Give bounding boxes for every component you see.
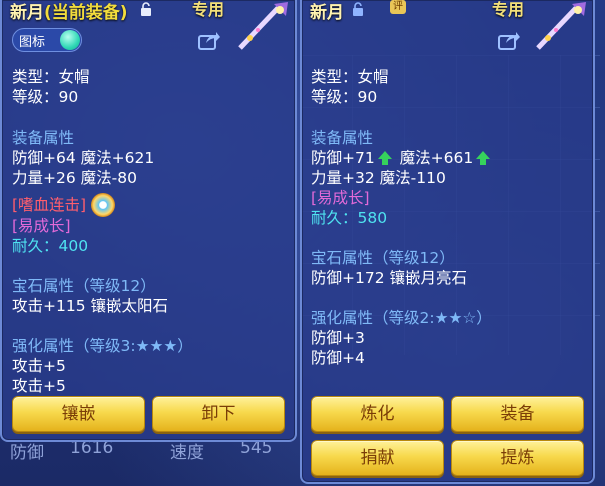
equip-attr-header: 装备属性 <box>12 129 75 147</box>
type-line: 类型：女帽 <box>12 68 90 86</box>
equip-attr-2: 力量+32 魔法-110 <box>311 169 446 187</box>
icon-toggle-label: 图标 <box>19 35 46 50</box>
share-icon[interactable] <box>498 30 520 50</box>
enhance-header: 强化属性（等级3:★★★） <box>12 337 193 355</box>
lock-icon <box>353 2 363 16</box>
equip-attr-1: 防御+64 魔法+621 <box>12 149 155 167</box>
up-arrow-icon <box>377 150 392 165</box>
equip-attr-1b: 魔法+661 <box>399 149 474 167</box>
item-name: 新月 <box>10 3 44 23</box>
compare-equipment-tooltip: 新月 评 专用 类型：女帽 等级：90 装备属性 防御+71 魔法+661 力量… <box>300 0 595 484</box>
refine-button[interactable]: 炼化 <box>311 396 444 432</box>
enhance-header: 强化属性（等级2:★★☆） <box>311 309 492 327</box>
gem-header: 宝石属性（等级12） <box>12 277 156 295</box>
level-line: 等级：90 <box>311 88 378 106</box>
level-line: 等级：90 <box>12 88 79 106</box>
rating-badge: 评 <box>390 0 406 14</box>
lock-icon <box>141 2 151 16</box>
item-name: 新月 <box>310 3 344 23</box>
equip-attr-1a: 防御+71 <box>311 149 375 167</box>
gem-header: 宝石属性（等级12） <box>311 249 455 267</box>
dedicated-label: 专用 <box>492 0 525 19</box>
grow-tag: [易成长] <box>12 217 71 235</box>
item-title: 新月 <box>310 0 344 23</box>
enhance-attr-1: 攻击+5 <box>12 357 66 375</box>
current-equipped-tag: (当前装备) <box>44 3 128 23</box>
swirl-icon <box>91 193 115 217</box>
durability: 耐久：400 <box>12 237 89 255</box>
up-arrow-icon <box>476 150 491 165</box>
share-icon[interactable] <box>198 30 220 50</box>
grow-tag: [易成长] <box>311 189 370 207</box>
durability: 耐久：580 <box>311 209 388 227</box>
equip-attr-1: 防御+71 魔法+661 <box>311 149 493 167</box>
enhance-attr-2: 防御+4 <box>311 349 365 367</box>
weapon-icon <box>238 2 288 50</box>
weapon-icon <box>536 2 586 50</box>
unequip-button[interactable]: 卸下 <box>152 396 285 432</box>
type-line: 类型：女帽 <box>311 68 389 86</box>
toggle-knob <box>60 30 80 50</box>
equip-attr-header: 装备属性 <box>311 129 374 147</box>
equip-button[interactable]: 装备 <box>451 396 584 432</box>
inlay-button[interactable]: 镶嵌 <box>12 396 145 432</box>
extract-button[interactable]: 提炼 <box>451 440 584 476</box>
icon-toggle[interactable]: 图标 <box>12 28 82 52</box>
donate-button[interactable]: 捐献 <box>311 440 444 476</box>
enhance-attr-2: 攻击+5 <box>12 377 66 395</box>
item-title: 新月(当前装备) <box>10 0 128 23</box>
current-equipment-tooltip: 新月(当前装备) 专用 图标 类型：女帽 等级：90 装备属性 防御+64 魔法… <box>0 0 297 442</box>
gem-attr: 攻击+115 镶嵌太阳石 <box>12 297 168 315</box>
dedicated-label: 专用 <box>192 0 225 19</box>
equip-attr-2: 力量+26 魔法-80 <box>12 169 137 187</box>
enhance-attr-1: 防御+3 <box>311 329 365 347</box>
gem-attr: 防御+172 镶嵌月亮石 <box>311 269 467 287</box>
special-skill: [嗜血连击] <box>12 196 87 214</box>
